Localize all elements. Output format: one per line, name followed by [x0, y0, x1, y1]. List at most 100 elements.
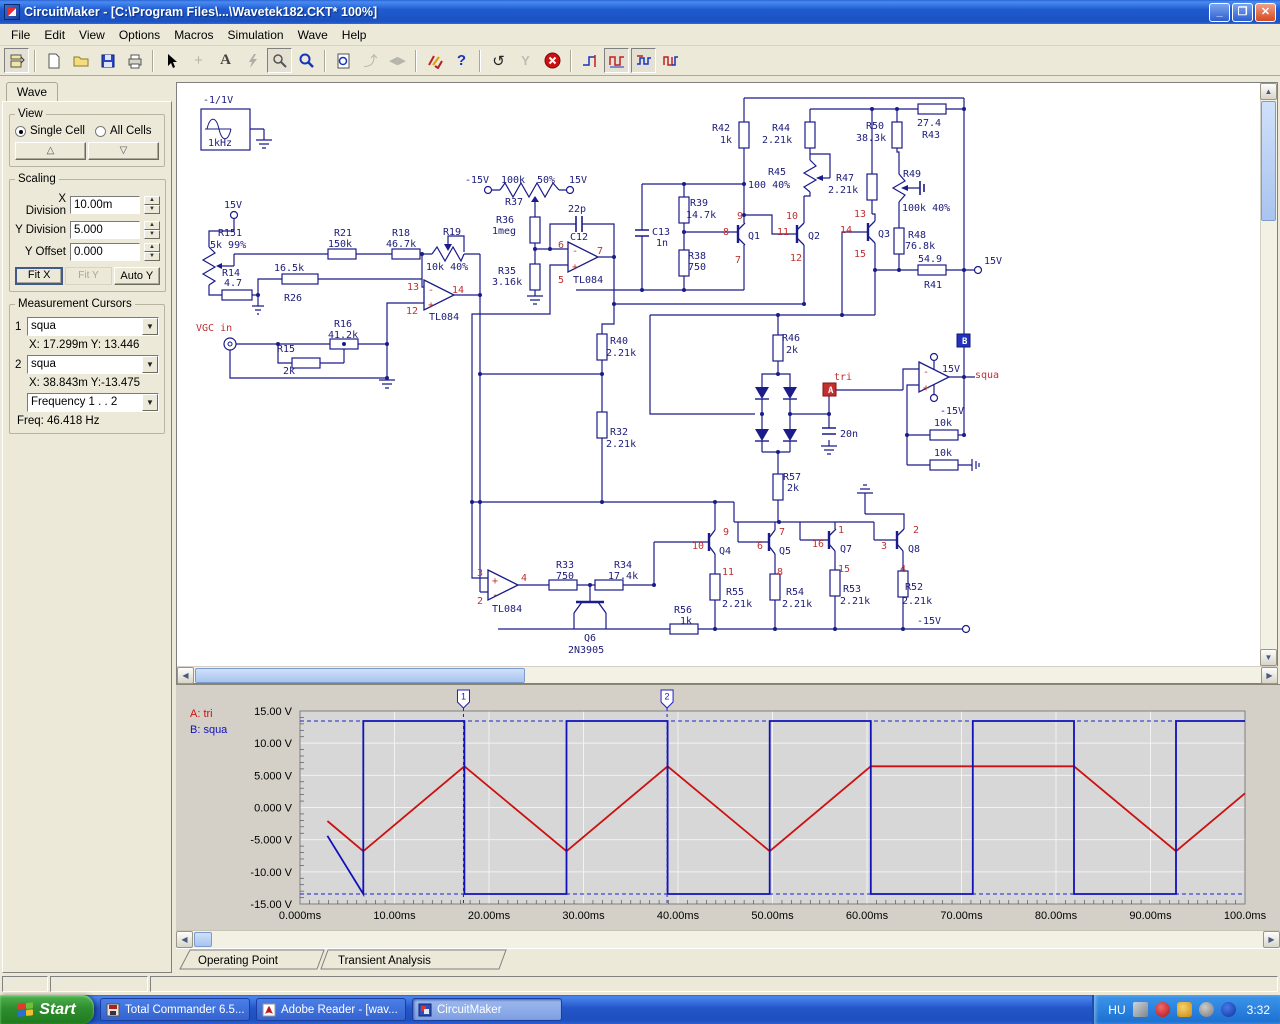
text-tool-button[interactable]: A	[213, 48, 238, 73]
tab-wave[interactable]: Wave	[6, 82, 58, 102]
save-file-button[interactable]	[95, 48, 120, 73]
schematic-label: R42	[712, 123, 730, 134]
x-division-stepper[interactable]: ▲▼	[144, 196, 160, 214]
scroll-up-icon[interactable]: ▲	[1260, 83, 1277, 100]
check-wires-button[interactable]	[422, 48, 447, 73]
pulse-display-button[interactable]	[631, 48, 656, 73]
system-tray: HU 3:32	[1092, 995, 1280, 1024]
y-offset-stepper[interactable]: ▲▼	[144, 243, 160, 261]
taskbar-item-adobe-reader[interactable]: Adobe Reader - [wav...	[256, 998, 406, 1021]
cursor1-dropdown-icon[interactable]: ▼	[142, 318, 158, 335]
schematic-vertical-scrollbar[interactable]: ▲ ▼	[1260, 83, 1277, 666]
schematic-horizontal-scrollbar[interactable]: ◀ ▶	[177, 666, 1278, 683]
cursor2-dropdown-icon[interactable]: ▼	[142, 356, 158, 373]
vertical-scroll-thumb[interactable]	[1261, 101, 1276, 221]
mirror-button[interactable]: ◀▶	[385, 48, 410, 73]
waveform-plot[interactable]: 120.000ms10.00ms20.00ms30.00ms40.00ms50.…	[176, 685, 1280, 931]
restore-button[interactable]: ❐	[1232, 3, 1253, 22]
minimize-button[interactable]: _	[1209, 3, 1230, 22]
print-button[interactable]	[122, 48, 147, 73]
schematic-label: R32	[610, 427, 628, 438]
x-division-input[interactable]: 10.00m	[70, 196, 140, 214]
wave-scroll-thumb[interactable]	[194, 932, 212, 947]
schematic-components[interactable]	[201, 104, 982, 634]
schematic-label: -	[428, 285, 434, 296]
menu-view[interactable]: View	[72, 25, 112, 45]
wave-scroll-left-icon[interactable]: ◀	[176, 931, 193, 948]
schematic-pane[interactable]: -1/1V1kHz15VR1515k 99%R144.716.5kR26R211…	[176, 82, 1278, 684]
taskbar-item-circuitmaker[interactable]: CircuitMaker	[412, 998, 562, 1021]
y-division-stepper[interactable]: ▲▼	[144, 221, 160, 239]
search-magnifier-button[interactable]	[294, 48, 319, 73]
waveform-horizontal-scrollbar[interactable]: ◀ ▶	[176, 930, 1280, 948]
menu-help[interactable]: Help	[335, 25, 374, 45]
schematic-label: 1	[838, 525, 844, 536]
tab-transient-analysis-label[interactable]: Transient Analysis	[338, 955, 431, 967]
scroll-left-icon[interactable]: ◀	[177, 667, 194, 684]
bluetooth-icon[interactable]	[1221, 1002, 1236, 1017]
single-cell-radio[interactable]	[15, 126, 26, 137]
y-offset-input[interactable]: 0.000	[70, 243, 140, 261]
tab-operating-point-label[interactable]: Operating Point	[198, 955, 279, 967]
menu-edit[interactable]: Edit	[37, 25, 72, 45]
run-transient-button[interactable]	[604, 48, 629, 73]
scroll-down-icon[interactable]: ▼	[1260, 649, 1277, 666]
stop-simulation-button[interactable]	[540, 48, 565, 73]
open-file-button[interactable]	[68, 48, 93, 73]
app-icon	[4, 4, 20, 20]
fit-y-button[interactable]: Fit Y	[65, 267, 111, 285]
multi-trace-button[interactable]	[658, 48, 683, 73]
menu-wave[interactable]: Wave	[291, 25, 335, 45]
security-shield-icon[interactable]	[1155, 1002, 1170, 1017]
schematic-label: R21	[334, 228, 352, 239]
schematic-label: R34	[614, 560, 632, 571]
schematic-label: Q5	[779, 546, 791, 557]
wire-tool-button[interactable]: +	[186, 48, 211, 73]
cursor-mode-select[interactable]: Frequency 1 . . 2 ▼	[27, 393, 159, 412]
taskbar-item-total-commander[interactable]: Total Commander 6.5...	[100, 998, 250, 1021]
schematic-wires	[209, 98, 979, 629]
preview-button[interactable]	[331, 48, 356, 73]
speaker-gray-icon[interactable]	[1199, 1002, 1214, 1017]
cursor1-signal-select[interactable]: squa ▼	[27, 317, 159, 336]
menu-file[interactable]: File	[4, 25, 37, 45]
title-bar[interactable]: CircuitMaker - [C:\Program Files\...\Wav…	[0, 0, 1280, 24]
horizontal-scroll-thumb[interactable]	[195, 668, 525, 683]
cell-up-button[interactable]: △	[15, 142, 86, 160]
scroll-right-icon[interactable]: ▶	[1261, 667, 1278, 684]
help-button[interactable]: ?	[449, 48, 474, 73]
cursor2-signal-select[interactable]: squa ▼	[27, 355, 159, 374]
probe-tool-button[interactable]: Y	[513, 48, 538, 73]
cursor-mode-dropdown-icon[interactable]: ▼	[142, 394, 158, 411]
new-file-button[interactable]	[41, 48, 66, 73]
windows-flag-icon	[18, 1002, 34, 1018]
menu-macros[interactable]: Macros	[167, 25, 220, 45]
rotate-button[interactable]: ⤴	[358, 48, 383, 73]
select-tool-button[interactable]	[159, 48, 184, 73]
status-cell-1	[2, 976, 48, 992]
delete-tool-button[interactable]	[240, 48, 265, 73]
digital-step-button[interactable]	[577, 48, 602, 73]
all-cells-radio[interactable]	[95, 126, 106, 137]
wave-scroll-right-icon[interactable]: ▶	[1263, 931, 1280, 948]
menu-simulation[interactable]: Simulation	[221, 25, 291, 45]
cell-down-button[interactable]: ▽	[88, 142, 159, 160]
close-button[interactable]: ✕	[1255, 3, 1276, 22]
start-button[interactable]: Start	[0, 995, 94, 1024]
reset-button[interactable]: ↺	[486, 48, 511, 73]
wave-side-panel: Wave View Single Cell All Cells △ ▽ Scal…	[2, 80, 174, 975]
schematic-canvas[interactable]: -1/1V1kHz15VR1515k 99%R144.716.5kR26R211…	[178, 84, 1260, 664]
toolbar: + A ⤴ ◀▶ ? ↺ Y	[0, 46, 1280, 76]
volume-icon[interactable]	[1177, 1002, 1192, 1017]
tablet-tray-icon[interactable]	[1133, 1002, 1148, 1017]
schematic-label: 7	[779, 527, 785, 538]
fit-x-button[interactable]: Fit X	[15, 267, 63, 285]
menu-options[interactable]: Options	[112, 25, 167, 45]
auto-y-button[interactable]: Auto Y	[114, 267, 160, 285]
y-division-input[interactable]: 5.000	[70, 221, 140, 239]
parts-browser-button[interactable]	[4, 48, 29, 73]
taskbar: Start Total Commander 6.5... Adobe Reade…	[0, 995, 1280, 1024]
zoom-tool-button[interactable]	[267, 48, 292, 73]
language-indicator[interactable]: HU	[1108, 1003, 1125, 1017]
waveform-pane[interactable]: 120.000ms10.00ms20.00ms30.00ms40.00ms50.…	[176, 684, 1280, 930]
